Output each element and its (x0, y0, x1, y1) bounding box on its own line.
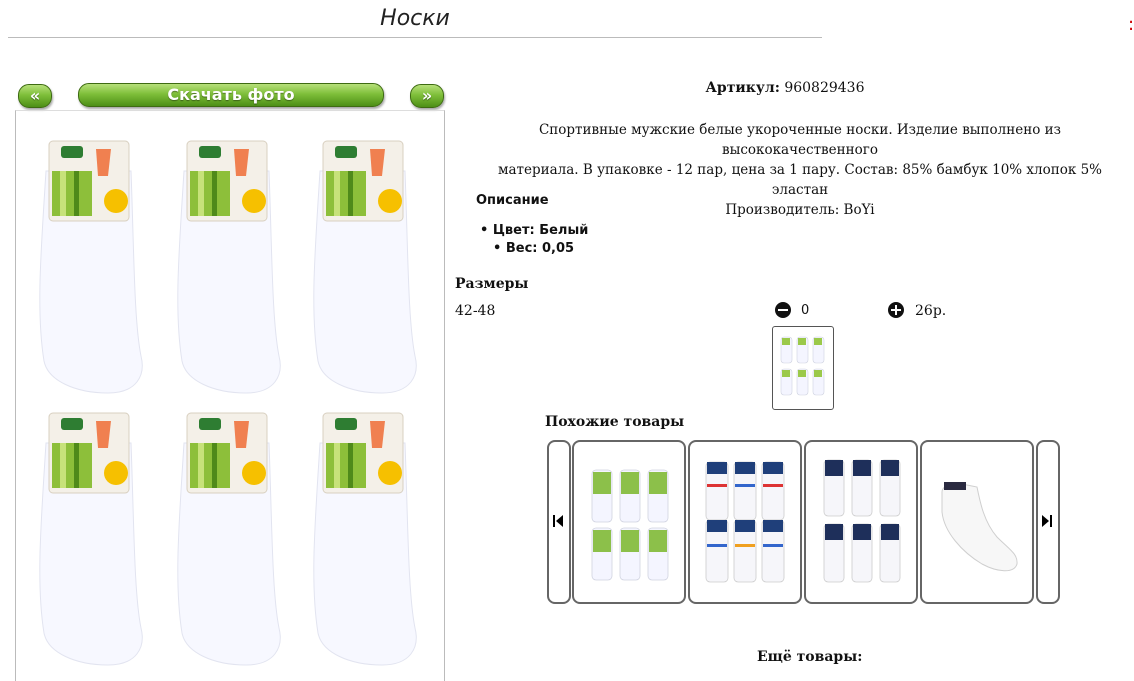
description-line: материала. В упаковке - 12 пар, цена за … (497, 162, 1103, 198)
skip-forward-icon (1042, 515, 1052, 527)
quantity-value: 0 (801, 303, 810, 318)
sizes-heading: Размеры (455, 276, 529, 292)
similar-products-heading: Похожие товары (545, 414, 685, 430)
download-photo-button[interactable]: Скачать фото (78, 83, 384, 107)
article-value: 960829436 (784, 80, 865, 96)
description-heading: Описание (476, 193, 549, 208)
similar-product-image (705, 461, 785, 583)
product-photo-image (39, 140, 417, 666)
carousel-prev-button[interactable] (547, 440, 571, 604)
corner-mark: : (1128, 14, 1134, 35)
product-thumbnail[interactable] (772, 326, 834, 410)
more-products-heading: Ещё товары: (757, 649, 863, 665)
plus-circle-icon[interactable] (888, 302, 904, 318)
property-color: Цвет: Белый (492, 223, 589, 238)
minus-circle-icon[interactable] (775, 302, 791, 318)
carousel-next-button[interactable] (1036, 440, 1060, 604)
property-item: • Вес: 0,05 (493, 241, 575, 256)
product-properties: • Цвет: Белый • Вес: 0,05 (480, 222, 588, 258)
gallery-next-button[interactable]: » (410, 84, 444, 108)
description-line: Производитель: BoYi (725, 202, 875, 218)
title-divider (8, 37, 822, 38)
page-title: Носки (380, 6, 450, 31)
property-weight: Вес: 0,05 (505, 241, 575, 256)
size-value: 42-48 (455, 303, 496, 319)
property-item: • Цвет: Белый (480, 223, 589, 238)
similar-product-card[interactable] (804, 440, 918, 604)
product-photo (15, 110, 445, 681)
description-line: Спортивные мужские белые укороченные нос… (538, 122, 1062, 158)
article-label: Артикул: (705, 80, 780, 96)
similar-product-image (941, 482, 1018, 572)
thumbnail-image (780, 336, 825, 396)
gallery-prev-button[interactable]: « (18, 84, 52, 108)
size-price: 26р. (915, 303, 947, 319)
similar-product-card[interactable] (572, 440, 686, 604)
product-description: Спортивные мужские белые укороченные нос… (470, 120, 1130, 220)
skip-back-icon (553, 515, 563, 527)
similar-product-card[interactable] (688, 440, 802, 604)
similar-product-card[interactable] (920, 440, 1034, 604)
similar-product-image (591, 469, 669, 581)
similar-product-image (823, 459, 901, 583)
article-line: Артикул: 960829436 (455, 80, 1115, 96)
